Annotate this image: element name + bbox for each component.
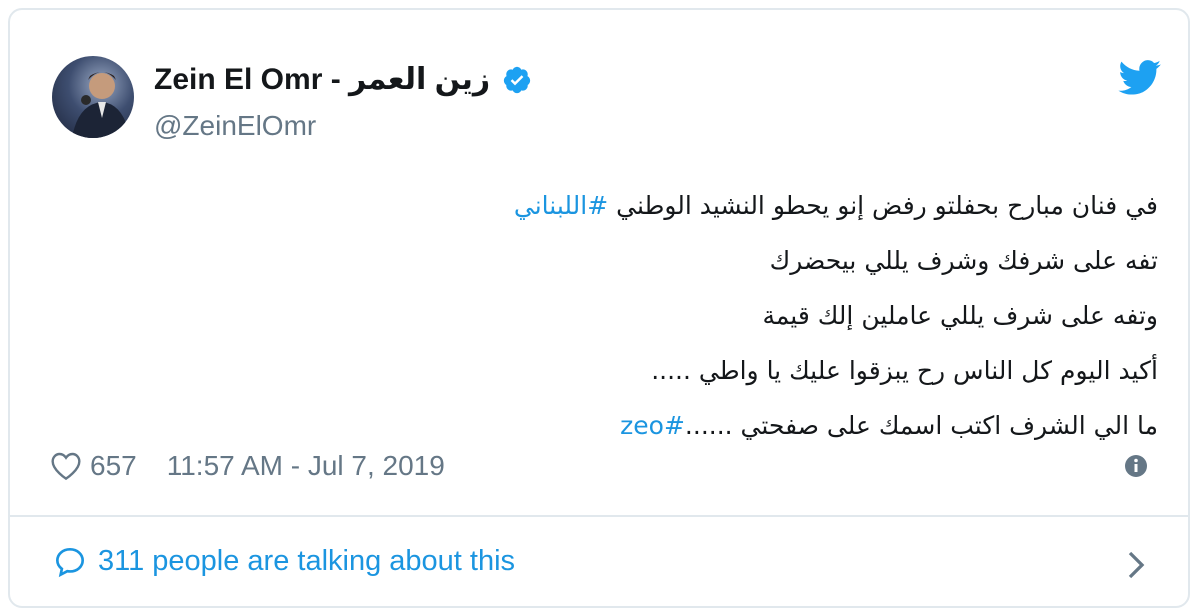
hashtag-lebanese[interactable]: #اللبناني	[514, 191, 608, 220]
tweet-line-3-text: وتفه على شرف يللي عاملين إلك قيمة	[762, 301, 1158, 330]
tweet-line-2: تفه على شرفك وشرف يللي بيحضرك	[158, 233, 1158, 288]
divider	[10, 515, 1188, 517]
tweet-line-3: وتفه على شرف يللي عاملين إلك قيمة	[158, 288, 1158, 343]
tweet-card: Zein El Omr - زين العمر @ZeinElOmr في فن…	[8, 8, 1190, 608]
verified-badge-icon	[504, 66, 531, 93]
conversation-link[interactable]: 311 people are talking about this	[54, 545, 515, 578]
speech-bubble-icon	[55, 547, 85, 577]
tweet-timestamp[interactable]: 11:57 AM - Jul 7, 2019	[167, 450, 445, 482]
like-count[interactable]: 657	[90, 450, 137, 482]
conversation-count-text: 311 people are talking about this	[98, 545, 516, 577]
tweet-line-1-text: في فنان مبارح بحفلتو رفض إنو يحطو النشيد…	[608, 191, 1158, 220]
twitter-bird-icon[interactable]	[1118, 60, 1162, 96]
author-name-row[interactable]: Zein El Omr - زين العمر	[154, 62, 532, 97]
tweet-line-1: في فنان مبارح بحفلتو رفض إنو يحطو النشيد…	[158, 178, 1158, 233]
tweet-line-5: ما الي الشرف اكتب اسمك على صفحتي ......#…	[158, 398, 1158, 453]
display-name[interactable]: Zein El Omr - زين العمر	[154, 62, 490, 97]
info-icon[interactable]	[1124, 454, 1148, 478]
tweet-line-4-text: أكيد اليوم كل الناس رح يبزقوا عليك يا وا…	[651, 356, 1158, 385]
author-handle[interactable]: @ZeinElOmr	[154, 110, 316, 142]
tweet-line-2-text: تفه على شرفك وشرف يللي بيحضرك	[769, 246, 1158, 275]
tweet-line-5-text: ما الي الشرف اكتب اسمك على صفحتي ......	[684, 411, 1158, 440]
tweet-line-4: أكيد اليوم كل الناس رح يبزقوا عليك يا وا…	[158, 343, 1158, 398]
avatar[interactable]	[52, 56, 134, 138]
tweet-text: في فنان مبارح بحفلتو رفض إنو يحطو النشيد…	[158, 178, 1158, 453]
chevron-right-icon[interactable]	[1126, 550, 1146, 580]
hashtag-zeo[interactable]: #zeo	[620, 411, 685, 440]
tweet-meta: 657 11:57 AM - Jul 7, 2019	[50, 450, 445, 482]
heart-icon[interactable]	[50, 451, 82, 481]
